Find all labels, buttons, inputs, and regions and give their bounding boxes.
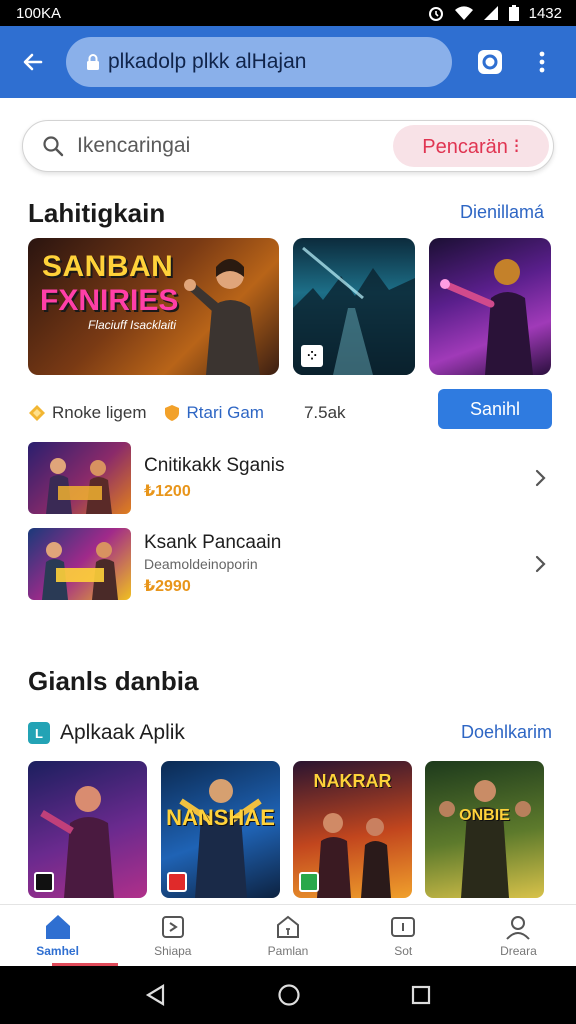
- list-item-thumbnail: [28, 528, 131, 600]
- chevron-right-icon: [528, 552, 552, 576]
- meta-rank: Rnoke ligem: [28, 403, 147, 423]
- featured-banner-main[interactable]: SANBAN FXNIRIES Flaciuff Isacklaiti: [28, 238, 279, 375]
- game-card-badge-icon: [34, 872, 54, 892]
- chevron-right-icon: [528, 466, 552, 490]
- url-text: plkadolp plkk alHajan: [108, 50, 307, 73]
- app-row-see-all-link[interactable]: Doehlkarim: [461, 722, 552, 743]
- list-item-title: Cnitikakk Sganis: [144, 455, 285, 476]
- banner-subtitle: Flaciuff Isacklaiti: [88, 318, 177, 332]
- system-back-icon[interactable]: [145, 984, 167, 1006]
- status-time: 1432: [528, 4, 562, 22]
- meta-downloads-label: 7.5ak: [303, 403, 346, 422]
- status-bar: 100KA 1432: [0, 0, 576, 26]
- list-item[interactable]: Cnitikakk Sganis ₺1200: [28, 438, 552, 518]
- system-navigation-bar: [0, 966, 576, 1024]
- back-arrow-icon: [23, 53, 43, 71]
- nav-item-share[interactable]: Shiapa: [115, 905, 230, 966]
- list-item-text: Ksank Pancaain Deamoldeinoporin ₺2990: [144, 532, 528, 596]
- tabs-button[interactable]: [468, 40, 512, 84]
- game-card-title: NAKRAR: [313, 771, 392, 791]
- gem-icon: [29, 405, 45, 421]
- game-card-badge-icon: [167, 872, 187, 892]
- home-icon: [45, 915, 70, 939]
- search-icon: [41, 134, 65, 158]
- profile-icon: [506, 916, 531, 940]
- tablet-icon: [391, 917, 416, 937]
- search-bar: Pencarän ⁝: [22, 120, 554, 172]
- nav-label-home: Samhel: [36, 944, 79, 958]
- nav-item-tablet[interactable]: Sot: [346, 905, 461, 966]
- library-icon: [277, 915, 299, 938]
- more-vertical-icon: [539, 51, 545, 73]
- featured-banner-2[interactable]: ⁘: [293, 238, 415, 375]
- featured-meta-row: Rnoke ligem Rtari Gam 7.5ak Sanihl: [28, 389, 552, 431]
- back-button[interactable]: [0, 26, 66, 98]
- share-icon: [161, 916, 184, 938]
- nav-item-profile[interactable]: Dreara: [461, 905, 576, 966]
- app-row-header: L Aplkaak Aplik Doehlkarim: [28, 718, 552, 748]
- game-card[interactable]: NANSHAE: [161, 761, 280, 898]
- nav-item-home[interactable]: Samhel: [0, 905, 115, 966]
- page-content: Pencarän ⁝ Lahitigkain Dienillamá SANBAN…: [0, 98, 576, 904]
- wifi-icon: [454, 6, 473, 20]
- meta-downloads: 7.5ak: [304, 403, 346, 423]
- shield-icon: [164, 405, 179, 421]
- status-icons: 1432: [427, 4, 562, 22]
- featured-see-all-link[interactable]: Dienillamá: [460, 202, 544, 223]
- game-card-artwork: [439, 780, 531, 898]
- play-icon: [299, 872, 319, 892]
- list-item-price: ₺1200: [144, 483, 191, 500]
- nav-label-library: Pamlan: [267, 944, 309, 958]
- search-input[interactable]: [77, 134, 377, 158]
- play-store-badge-icon: ⁘: [301, 345, 323, 367]
- list-item-title: Ksank Pancaain: [144, 532, 282, 553]
- list-item-price: ₺2990: [144, 578, 191, 595]
- game-card-title: NANSHAE: [166, 805, 275, 830]
- app-row-label: Aplkaak Aplik: [60, 721, 185, 744]
- nav-label-share: Shiapa: [154, 944, 192, 958]
- search-button[interactable]: Pencarän ⁝: [393, 125, 549, 167]
- nav-item-library[interactable]: Pamlan: [230, 905, 345, 966]
- hero-character-image: [184, 259, 260, 375]
- overflow-menu-button[interactable]: [520, 40, 564, 84]
- meta-category-label: Rtari Gam: [186, 403, 264, 422]
- banner-title-line-2: FXNIRIES: [40, 284, 179, 317]
- address-bar[interactable]: plkadolp plkk alHajan: [66, 37, 452, 87]
- games-section-title: Gianls danbia: [28, 666, 199, 696]
- system-home-icon[interactable]: [277, 983, 301, 1007]
- game-card[interactable]: NAKRAR: [293, 761, 412, 898]
- banner-3-artwork: [440, 259, 533, 375]
- signal-icon: [483, 6, 498, 20]
- banner-title-line-1: SANBAN: [42, 250, 174, 283]
- list-item[interactable]: Ksank Pancaain Deamoldeinoporin ₺2990: [28, 524, 552, 604]
- app-category-icon: L: [28, 722, 50, 744]
- lock-icon: [87, 54, 99, 70]
- featured-section-title: Lahitigkain: [28, 198, 166, 228]
- system-recents-icon[interactable]: [411, 985, 431, 1005]
- status-left-text: 100KA: [16, 4, 62, 22]
- game-card-title: ONBIE: [459, 807, 510, 824]
- featured-banner-3[interactable]: [429, 238, 551, 375]
- battery-icon: [508, 5, 519, 21]
- list-item-text: Cnitikakk Sganis ₺1200: [144, 455, 528, 501]
- list-item-thumbnail: [28, 442, 131, 514]
- meta-category[interactable]: Rtari Gam: [163, 403, 264, 423]
- nav-label-profile: Dreara: [500, 944, 537, 958]
- meta-rank-label: Rnoke ligem: [52, 403, 147, 422]
- game-card[interactable]: [28, 761, 147, 898]
- list-item-subtitle: Deamoldeinoporin: [144, 556, 258, 572]
- browser-toolbar: plkadolp plkk alHajan: [0, 26, 576, 98]
- game-card[interactable]: ONBIE: [425, 761, 544, 898]
- tabs-icon: [478, 50, 502, 74]
- save-button[interactable]: Sanihl: [438, 389, 552, 429]
- alarm-icon: [428, 7, 443, 21]
- bottom-navigation: Samhel Shiapa Pamlan Sot Dreara: [0, 904, 576, 966]
- nav-label-tablet: Sot: [394, 944, 413, 958]
